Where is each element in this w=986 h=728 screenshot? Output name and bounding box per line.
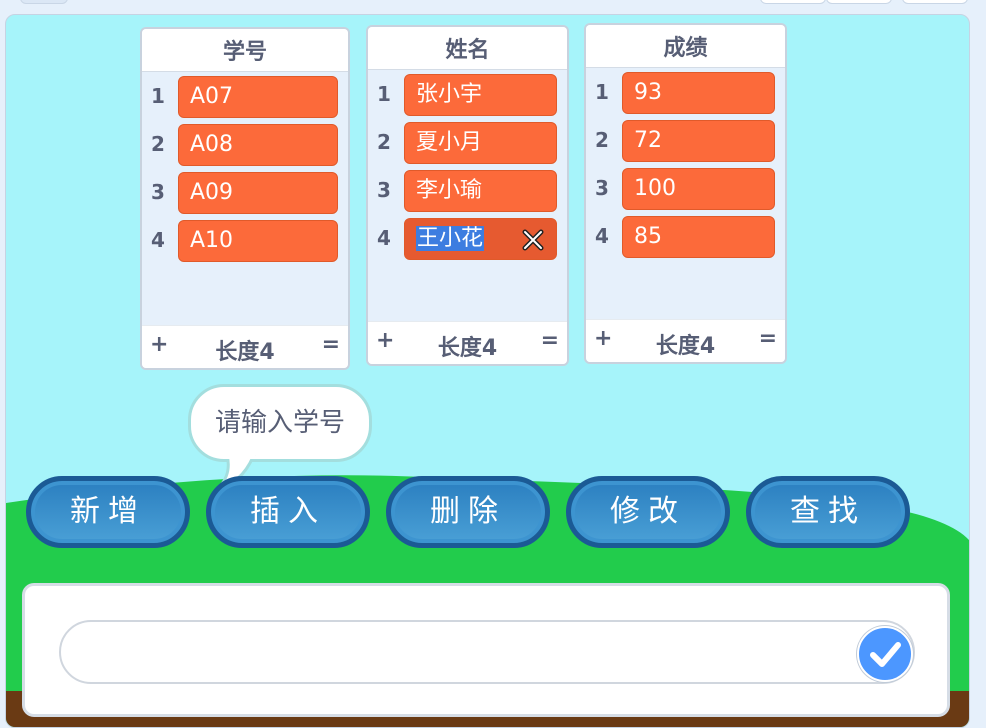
list-item-value[interactable]: A08 bbox=[178, 124, 338, 166]
stage-tab[interactable] bbox=[20, 0, 68, 4]
list-item[interactable]: 3 李小瑜 bbox=[368, 170, 567, 214]
list-item[interactable]: 4 85 bbox=[586, 216, 785, 260]
list-item-value[interactable]: 100 bbox=[622, 168, 775, 210]
row-index: 1 bbox=[595, 80, 609, 104]
row-index: 2 bbox=[377, 130, 391, 154]
row-index: 1 bbox=[151, 84, 165, 108]
submit-answer-button[interactable] bbox=[857, 626, 913, 682]
resize-handle[interactable]: = bbox=[541, 328, 559, 353]
list-footer: + 长度4 = bbox=[142, 325, 348, 368]
row-index: 4 bbox=[595, 224, 609, 248]
list-title: 姓名 bbox=[368, 27, 567, 70]
list-item[interactable]: 2 72 bbox=[586, 120, 785, 164]
list-item-value[interactable]: 张小宇 bbox=[404, 74, 557, 116]
modify-record-button[interactable]: 修改 bbox=[566, 476, 730, 548]
row-index: 4 bbox=[377, 226, 391, 250]
resize-handle[interactable]: = bbox=[322, 332, 340, 357]
list-item-value[interactable]: 72 bbox=[622, 120, 775, 162]
row-index: 2 bbox=[151, 132, 165, 156]
small-stage-button[interactable] bbox=[760, 0, 826, 4]
list-item[interactable]: 2 夏小月 bbox=[368, 122, 567, 166]
list-item-value[interactable]: 93 bbox=[622, 72, 775, 114]
list-footer: + 长度4 = bbox=[586, 319, 785, 362]
list-length: 长度4 bbox=[215, 340, 275, 365]
list-length: 长度4 bbox=[437, 336, 498, 361]
speech-bubble: 请输入学号 bbox=[188, 384, 372, 462]
row-index: 1 bbox=[377, 82, 391, 106]
answer-input[interactable] bbox=[59, 620, 915, 684]
row-index: 4 bbox=[151, 228, 165, 252]
list-item-editing[interactable]: 4 王小花 bbox=[368, 218, 567, 262]
ask-prompt-box bbox=[22, 583, 950, 717]
list-item[interactable]: 3 100 bbox=[586, 168, 785, 212]
list-footer: + 长度4 = bbox=[368, 321, 567, 364]
row-index: 3 bbox=[595, 176, 609, 200]
list-item[interactable]: 1 93 bbox=[586, 72, 785, 116]
stage[interactable]: 学号 1 A07 2 A08 3 A09 4 A10 + 长度4 = 姓名 1 … bbox=[5, 14, 970, 728]
list-item[interactable]: 4 A10 bbox=[142, 220, 348, 264]
list-item[interactable]: 1 A07 bbox=[142, 76, 348, 120]
list-item-value[interactable]: 85 bbox=[622, 216, 775, 258]
list-item-value[interactable]: A07 bbox=[178, 76, 338, 118]
row-index: 3 bbox=[377, 178, 391, 202]
insert-record-button[interactable]: 插入 bbox=[206, 476, 370, 548]
resize-handle[interactable]: = bbox=[759, 326, 777, 351]
list-length: 长度4 bbox=[655, 334, 716, 359]
list-item-edit-field[interactable]: 王小花 bbox=[404, 218, 557, 260]
list-title: 成绩 bbox=[586, 25, 785, 68]
selected-text[interactable]: 王小花 bbox=[416, 226, 485, 251]
list-monitor-name[interactable]: 姓名 1 张小宇 2 夏小月 3 李小瑜 4 王小花 + 长度4 = bbox=[366, 25, 569, 366]
row-index: 3 bbox=[151, 180, 165, 204]
list-item-value[interactable]: A09 bbox=[178, 172, 338, 214]
delete-item-icon[interactable] bbox=[520, 227, 546, 253]
checkmark-icon bbox=[870, 642, 901, 667]
row-index: 2 bbox=[595, 128, 609, 152]
list-item[interactable]: 3 A09 bbox=[142, 172, 348, 216]
list-item-value[interactable]: 李小瑜 bbox=[404, 170, 557, 212]
large-stage-button[interactable] bbox=[826, 0, 892, 4]
list-item[interactable]: 2 A08 bbox=[142, 124, 348, 168]
list-monitor-score[interactable]: 成绩 1 93 2 72 3 100 4 85 + 长度4 = bbox=[584, 23, 787, 364]
list-item[interactable]: 1 张小宇 bbox=[368, 74, 567, 118]
add-record-button[interactable]: 新增 bbox=[26, 476, 190, 548]
fullscreen-button[interactable] bbox=[902, 0, 968, 4]
list-item-value[interactable]: 夏小月 bbox=[404, 122, 557, 164]
list-title: 学号 bbox=[142, 29, 348, 72]
list-monitor-student-id[interactable]: 学号 1 A07 2 A08 3 A09 4 A10 + 长度4 = bbox=[140, 27, 350, 370]
search-record-button[interactable]: 查找 bbox=[746, 476, 910, 548]
delete-record-button[interactable]: 删除 bbox=[386, 476, 550, 548]
list-item-value[interactable]: A10 bbox=[178, 220, 338, 262]
